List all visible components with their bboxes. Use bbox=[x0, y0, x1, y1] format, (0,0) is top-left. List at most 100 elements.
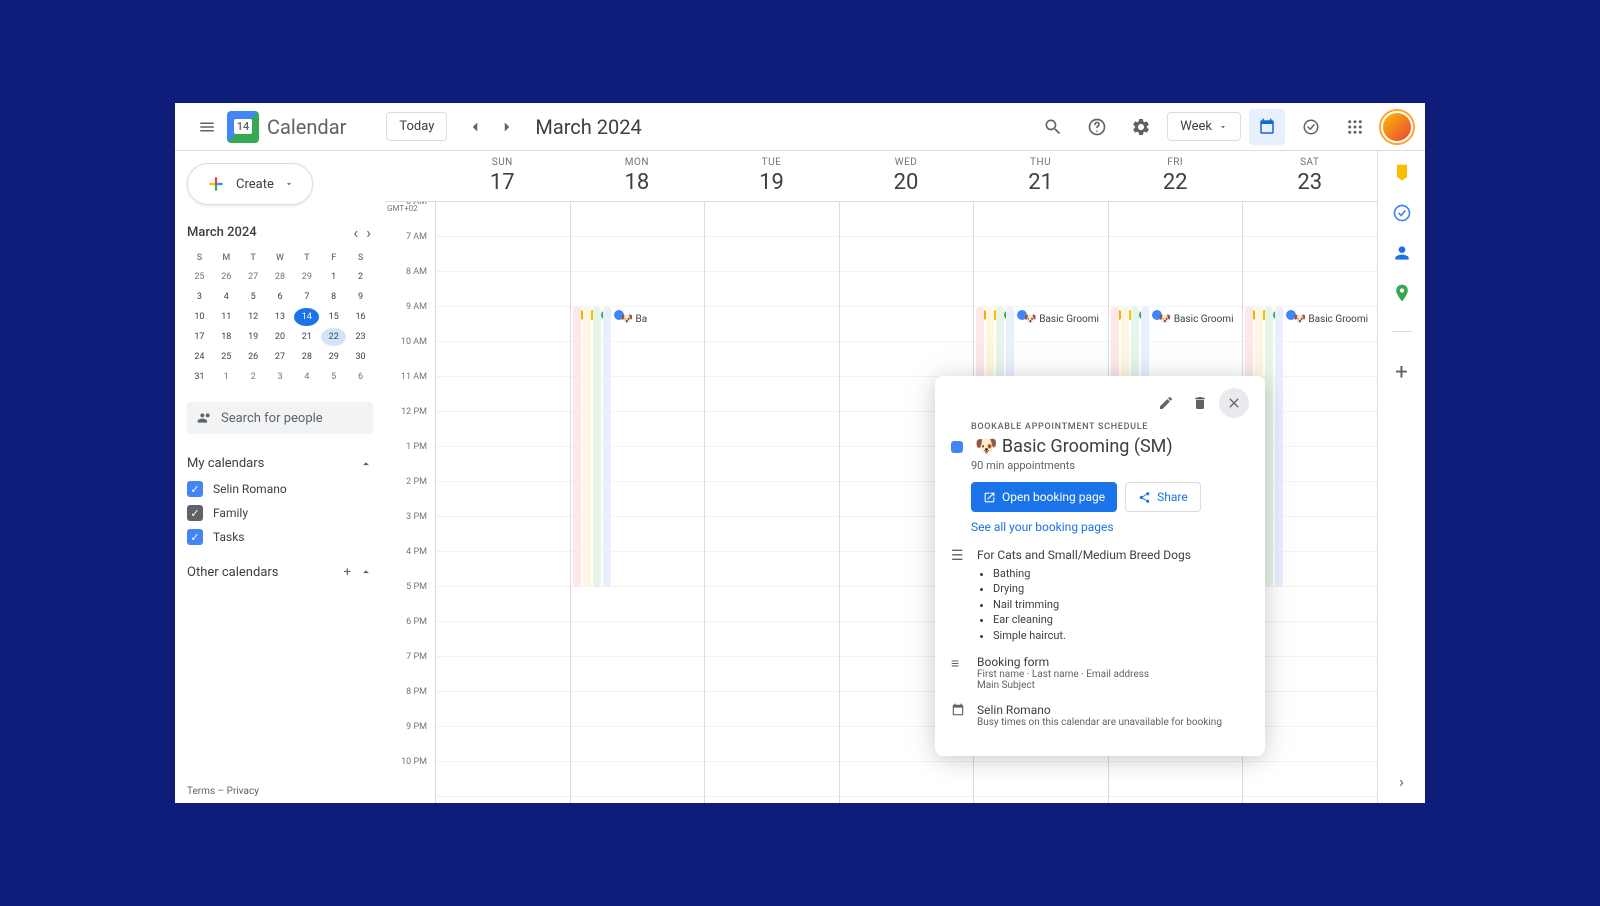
share-icon bbox=[1138, 491, 1151, 504]
mini-day[interactable]: 25 bbox=[187, 268, 212, 286]
terms-link[interactable]: Terms bbox=[187, 786, 215, 797]
mini-day[interactable]: 26 bbox=[241, 348, 266, 366]
collapse-panel-button[interactable]: › bbox=[1399, 772, 1404, 803]
mini-day[interactable]: 5 bbox=[241, 288, 266, 306]
calendar-item[interactable]: ✓Tasks bbox=[187, 525, 373, 549]
mini-day[interactable]: 6 bbox=[348, 368, 373, 386]
day-header[interactable]: WED20 bbox=[839, 151, 974, 201]
search-people-input[interactable]: Search for people bbox=[187, 402, 373, 434]
mini-day[interactable]: 28 bbox=[294, 348, 319, 366]
mini-day[interactable]: 3 bbox=[268, 368, 293, 386]
mini-day[interactable]: 17 bbox=[187, 328, 212, 346]
mini-prev-button[interactable]: ‹ bbox=[351, 221, 360, 244]
mini-day[interactable]: 11 bbox=[214, 308, 239, 326]
calendar-checkbox[interactable]: ✓ bbox=[187, 505, 203, 521]
mini-day[interactable]: 7 bbox=[294, 288, 319, 306]
settings-icon[interactable] bbox=[1123, 109, 1159, 145]
day-header[interactable]: FRI22 bbox=[1108, 151, 1243, 201]
day-header[interactable]: SUN17 bbox=[435, 151, 570, 201]
keep-icon[interactable] bbox=[1392, 163, 1412, 183]
event-chip[interactable]: 🐶 Ba bbox=[621, 314, 648, 325]
day-column[interactable]: 🐶 Ba bbox=[570, 202, 705, 803]
day-header[interactable]: THU21 bbox=[973, 151, 1108, 201]
mini-day[interactable]: 4 bbox=[294, 368, 319, 386]
mini-day[interactable]: 24 bbox=[187, 348, 212, 366]
mini-day[interactable]: 9 bbox=[348, 288, 373, 306]
mini-day[interactable]: 30 bbox=[348, 348, 373, 366]
mini-day[interactable]: 26 bbox=[214, 268, 239, 286]
calendar-checkbox[interactable]: ✓ bbox=[187, 529, 203, 545]
mini-day[interactable]: 27 bbox=[241, 268, 266, 286]
mini-day[interactable]: 5 bbox=[321, 368, 346, 386]
day-header[interactable]: TUE19 bbox=[704, 151, 839, 201]
calendar-item[interactable]: ✓Family bbox=[187, 501, 373, 525]
delete-button[interactable] bbox=[1185, 388, 1215, 418]
event-chip[interactable]: 🐶 Basic Groomi bbox=[1159, 314, 1234, 325]
mini-day[interactable]: 14 bbox=[294, 308, 319, 326]
mini-day[interactable]: 18 bbox=[214, 328, 239, 346]
mini-day[interactable]: 16 bbox=[348, 308, 373, 326]
other-calendars-toggle[interactable]: Other calendars + bbox=[187, 559, 373, 586]
form-icon: ≡ bbox=[951, 655, 967, 691]
mini-day[interactable]: 29 bbox=[321, 348, 346, 366]
mini-day[interactable]: 25 bbox=[214, 348, 239, 366]
see-all-link[interactable]: See all your booking pages bbox=[971, 520, 1249, 534]
mini-day[interactable]: 28 bbox=[268, 268, 293, 286]
mini-day[interactable]: 2 bbox=[241, 368, 266, 386]
mini-day[interactable]: 23 bbox=[348, 328, 373, 346]
mini-day[interactable]: 12 bbox=[241, 308, 266, 326]
mini-day[interactable]: 29 bbox=[294, 268, 319, 286]
apps-icon[interactable] bbox=[1337, 109, 1373, 145]
share-button[interactable]: Share bbox=[1125, 482, 1201, 512]
mini-day[interactable]: 1 bbox=[321, 268, 346, 286]
mini-day[interactable]: 22 bbox=[321, 328, 346, 346]
mini-day[interactable]: 31 bbox=[187, 368, 212, 386]
user-avatar[interactable] bbox=[1381, 111, 1413, 143]
tasks-icon[interactable] bbox=[1293, 109, 1329, 145]
edit-button[interactable] bbox=[1151, 388, 1181, 418]
maps-icon[interactable] bbox=[1392, 283, 1412, 303]
mini-day[interactable]: 13 bbox=[268, 308, 293, 326]
today-button[interactable]: Today bbox=[386, 112, 447, 141]
owner-note: Busy times on this calendar are unavaila… bbox=[977, 717, 1249, 728]
day-column[interactable] bbox=[435, 202, 570, 803]
mini-day[interactable]: 2 bbox=[348, 268, 373, 286]
next-week-button[interactable] bbox=[491, 111, 523, 143]
open-booking-button[interactable]: Open booking page bbox=[971, 482, 1117, 512]
tasks-rail-icon[interactable] bbox=[1392, 203, 1412, 223]
event-chip[interactable]: 🐶 Basic Groomi bbox=[1024, 314, 1099, 325]
mini-day[interactable]: 8 bbox=[321, 288, 346, 306]
event-chip[interactable]: 🐶 Basic Groomi bbox=[1293, 314, 1368, 325]
mini-day[interactable]: 3 bbox=[187, 288, 212, 306]
day-header[interactable]: MON18 bbox=[570, 151, 705, 201]
mini-day[interactable]: 15 bbox=[321, 308, 346, 326]
menu-button[interactable] bbox=[187, 107, 227, 147]
search-icon[interactable] bbox=[1035, 109, 1071, 145]
view-selector[interactable]: Week bbox=[1167, 112, 1241, 141]
create-button[interactable]: Create bbox=[187, 163, 313, 205]
mini-day[interactable]: 6 bbox=[268, 288, 293, 306]
calendar-view-icon[interactable] bbox=[1249, 109, 1285, 145]
mini-day[interactable]: 27 bbox=[268, 348, 293, 366]
mini-day[interactable]: 19 bbox=[241, 328, 266, 346]
mini-day[interactable]: 1 bbox=[214, 368, 239, 386]
popup-title: 🐶 Basic Grooming (SM) bbox=[975, 436, 1173, 457]
day-header[interactable]: SAT23 bbox=[1242, 151, 1377, 201]
mini-day[interactable]: 4 bbox=[214, 288, 239, 306]
prev-week-button[interactable] bbox=[459, 111, 491, 143]
add-addon-button[interactable]: + bbox=[1392, 360, 1412, 380]
mini-month-label: March 2024 bbox=[187, 225, 257, 240]
mini-day[interactable]: 21 bbox=[294, 328, 319, 346]
privacy-link[interactable]: Privacy bbox=[227, 786, 259, 797]
close-button[interactable] bbox=[1219, 388, 1249, 418]
calendar-item[interactable]: ✓Selin Romano bbox=[187, 477, 373, 501]
mini-day[interactable]: 20 bbox=[268, 328, 293, 346]
calendar-checkbox[interactable]: ✓ bbox=[187, 481, 203, 497]
contacts-icon[interactable] bbox=[1392, 243, 1412, 263]
day-column[interactable] bbox=[704, 202, 839, 803]
help-icon[interactable] bbox=[1079, 109, 1115, 145]
add-calendar-button[interactable]: + bbox=[344, 565, 351, 580]
mini-next-button[interactable]: › bbox=[364, 221, 373, 244]
mini-day[interactable]: 10 bbox=[187, 308, 212, 326]
my-calendars-toggle[interactable]: My calendars bbox=[187, 450, 373, 477]
